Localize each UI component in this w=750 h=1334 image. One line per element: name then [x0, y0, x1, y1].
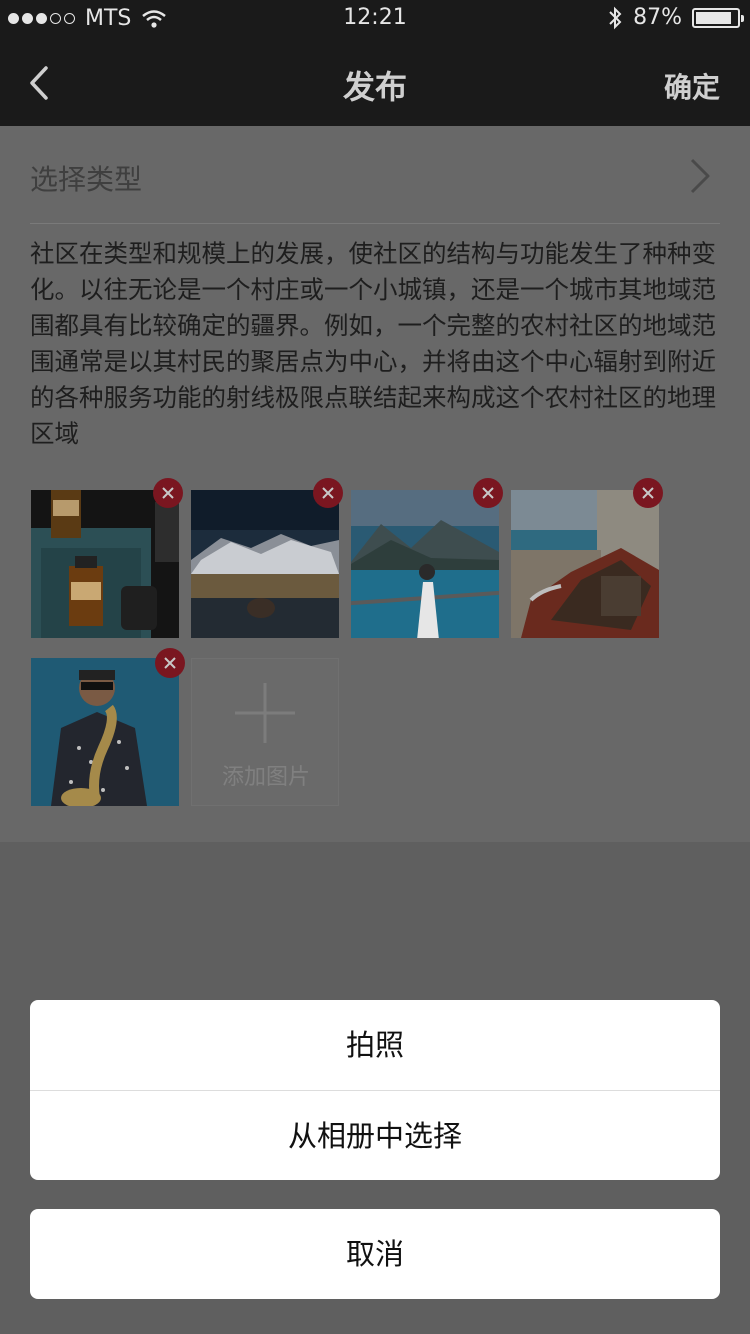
chevron-right-icon	[690, 158, 710, 194]
choose-from-album-button[interactable]: 从相册中选择	[30, 1090, 720, 1180]
confirm-button[interactable]: 确定	[664, 66, 720, 106]
close-icon	[322, 487, 334, 499]
action-sheet: 拍照 从相册中选择	[30, 1000, 720, 1180]
close-icon	[164, 657, 176, 669]
post-body-text[interactable]: 社区在类型和规模上的发展，使社区的结构与功能发生了种种变化。以往无论是一个村庄或…	[30, 236, 720, 452]
saxophone-photo[interactable]	[31, 658, 179, 806]
delete-photo-4-button[interactable]	[633, 478, 663, 508]
add-image-label: 添加图片	[221, 765, 310, 790]
close-icon	[482, 487, 494, 499]
cancel-button[interactable]: 取消	[30, 1209, 720, 1299]
add-image-button[interactable]: 添加图片	[191, 658, 339, 806]
delete-photo-3-button[interactable]	[473, 478, 503, 508]
cancel-sheet: 取消	[30, 1209, 720, 1299]
delete-photo-5-button[interactable]	[155, 648, 185, 678]
close-icon	[162, 487, 174, 499]
kayak-photo[interactable]	[351, 490, 499, 638]
plus-icon	[235, 683, 295, 743]
delete-photo-2-button[interactable]	[313, 478, 343, 508]
battery-icon	[692, 7, 744, 28]
bluetooth-icon	[609, 6, 622, 29]
bottles-photo[interactable]	[31, 490, 179, 638]
status-right: 87%	[607, 5, 744, 30]
status-bar: MTS 12:21 87%	[0, 0, 750, 40]
delete-photo-1-button[interactable]	[153, 478, 183, 508]
page-title: 发布	[342, 68, 407, 106]
nav-bar: 发布 确定	[0, 40, 750, 126]
take-photo-button[interactable]: 拍照	[30, 1000, 720, 1090]
close-icon	[642, 487, 654, 499]
type-selector-label: 选择类型	[30, 163, 143, 196]
mountain-lake-photo[interactable]	[191, 490, 339, 638]
battery-percent: 87%	[633, 5, 682, 30]
beach-boat-photo[interactable]	[511, 490, 659, 638]
type-selector[interactable]: 选择类型	[30, 126, 720, 224]
